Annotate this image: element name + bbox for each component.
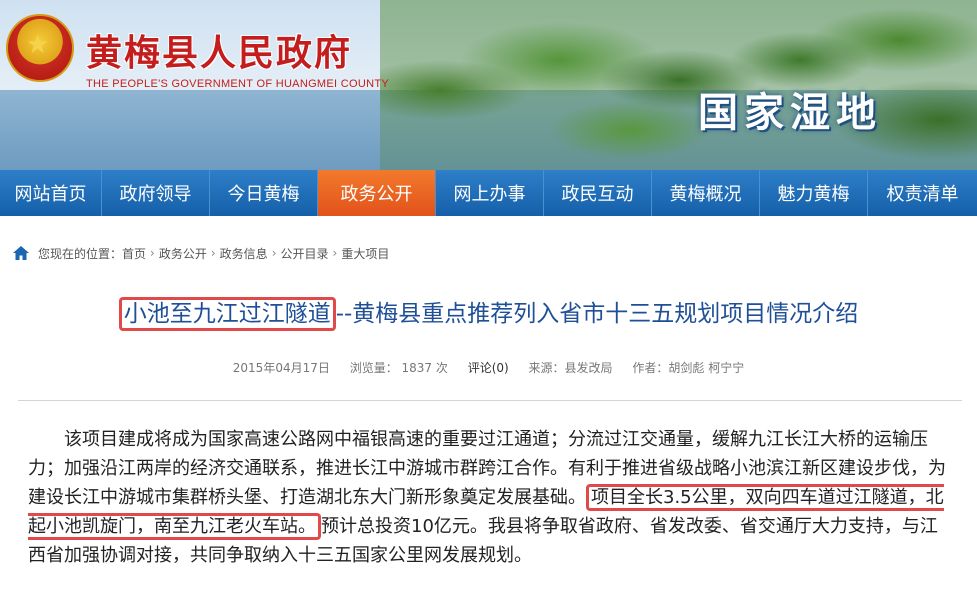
national-emblem-icon: ★ <box>6 14 74 82</box>
breadcrumb-separator: › <box>271 246 277 260</box>
article-meta: 2015年04月17日 浏览量： 1837 次 评论(0) 来源：县发改局 作者… <box>0 359 977 376</box>
header-banner: ★ 黄梅县人民政府 THE PEOPLE'S GOVERNMENT OF HUA… <box>0 0 977 170</box>
nav-item-gov-affairs[interactable]: 政务公开 <box>318 170 436 216</box>
nav-item-today[interactable]: 今日黄梅 <box>210 170 318 216</box>
banner-slogan: 国家湿地 <box>698 89 882 136</box>
article-title: 小池至九江过江隧道 --黄梅县重点推荐列入省市十三五规划项目情况介绍 <box>118 294 859 331</box>
nav-item-power-list[interactable]: 权责清单 <box>868 170 977 216</box>
article-source: 来源：县发改局 <box>528 361 613 375</box>
divider <box>18 400 962 401</box>
title-rest: --黄梅县重点推荐列入省市十三五规划项目情况介绍 <box>335 301 859 327</box>
site-subtitle: THE PEOPLE'S GOVERNMENT OF HUANGMEI COUN… <box>86 78 389 90</box>
breadcrumb-item-major-projects[interactable]: 重大项目 <box>341 245 389 262</box>
article-author: 作者：胡剑彪 柯宁宁 <box>632 361 745 375</box>
nav-item-interaction[interactable]: 政民互动 <box>544 170 652 216</box>
breadcrumb-item-gov-affairs[interactable]: 政务公开 <box>159 245 207 262</box>
breadcrumb-item-catalog[interactable]: 公开目录 <box>281 245 329 262</box>
nav-item-charm[interactable]: 魅力黄梅 <box>760 170 868 216</box>
breadcrumb-separator: › <box>332 246 338 260</box>
site-title[interactable]: 黄梅县人民政府 <box>86 24 352 76</box>
article-views: 浏览量： 1837 次 <box>349 361 448 375</box>
breadcrumb-separator: › <box>150 246 155 260</box>
article-body: 该项目建成将成为国家高速公路网中福银高速的重要过江通道；分流过江交通量，缓解九江… <box>28 425 953 570</box>
home-icon <box>12 245 30 261</box>
title-highlight: 小池至九江过江隧道 <box>118 297 336 331</box>
nav-item-leaders[interactable]: 政府领导 <box>102 170 210 216</box>
article-comments-link[interactable]: 评论(0) <box>468 361 509 375</box>
banner-lotus-image <box>380 0 977 170</box>
breadcrumb-item-gov-info[interactable]: 政务信息 <box>220 245 268 262</box>
article-title-wrap: 小池至九江过江隧道 --黄梅县重点推荐列入省市十三五规划项目情况介绍 <box>0 294 977 331</box>
nav-item-home[interactable]: 网站首页 <box>0 170 102 216</box>
breadcrumb-separator: › <box>210 246 216 260</box>
main-nav: 网站首页 政府领导 今日黄梅 政务公开 网上办事 政民互动 黄梅概况 魅力黄梅 … <box>0 170 977 216</box>
article-date: 2015年04月17日 <box>232 361 330 375</box>
nav-item-online-service[interactable]: 网上办事 <box>436 170 544 216</box>
breadcrumb-item-home[interactable]: 首页 <box>122 245 146 262</box>
breadcrumb-prefix: 您现在的位置： <box>38 246 123 261</box>
nav-item-overview[interactable]: 黄梅概况 <box>652 170 760 216</box>
breadcrumb: 您现在的位置： 首页 › 政务公开 › 政务信息 › 公开目录 › 重大项目 <box>12 244 389 262</box>
